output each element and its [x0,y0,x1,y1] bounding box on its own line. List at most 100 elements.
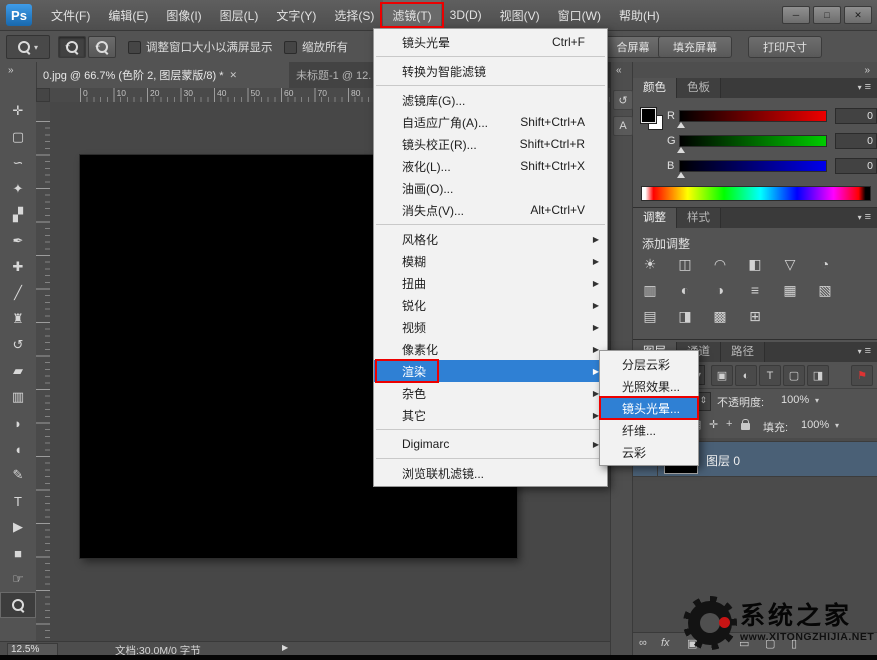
document-tab-0jpg[interactable]: 0.jpg @ 66.7% (色阶 2, 图层蒙版/8) * ✕ [36,62,303,88]
menubar-item-file[interactable]: 文件(F) [42,0,99,30]
color-spectrum-ramp[interactable] [641,186,871,201]
layer-effects-icon[interactable]: fx [661,637,670,649]
hue-saturation-icon[interactable]: ◔ [814,254,836,274]
menu-item-liquify[interactable]: 液化(L)... Shift+Ctrl+X [374,155,607,177]
pixel-layer-filter-icon[interactable]: ▣ [711,365,733,386]
blue-channel-slider[interactable] [679,160,827,172]
move-tool[interactable]: ✛ [0,98,36,124]
maximize-button[interactable]: □ [813,6,841,24]
menubar-item-layer[interactable]: 图层(L) [211,0,268,30]
fill-dropdown-icon[interactable]: ▾ [835,421,839,430]
panel-menu-icon[interactable]: ▾ ≡ [858,81,871,93]
menubar-item-help[interactable]: 帮助(H) [610,0,669,30]
pen-tool[interactable]: ✎ [0,462,36,488]
menu-item-other[interactable]: 其它 ▶ [374,404,607,426]
menu-item-filter-gallery[interactable]: 滤镜库(G)... [374,89,607,111]
checkbox-icon[interactable] [128,41,141,54]
invert-icon[interactable]: ▧ [814,280,836,300]
hand-tool[interactable]: ☞ [0,566,36,592]
menu-item-pixelate[interactable]: 像素化 ▶ [374,338,607,360]
adjustment-layer-filter-icon[interactable]: ◐ [735,365,757,386]
blur-tool[interactable]: ◗ [0,410,36,436]
lasso-tool[interactable]: ∽ [0,150,36,176]
menu-item-clouds-difference[interactable]: 分层云彩 [600,353,698,375]
black-white-icon[interactable]: ◐ [674,280,696,300]
opacity-value[interactable]: 100% [781,394,809,406]
eraser-tool[interactable]: ▰ [0,358,36,384]
layer-filter-toggle-icon[interactable]: ⚑ [851,365,873,386]
tab-styles[interactable]: 样式 [677,208,721,228]
menu-item-vanishing-point[interactable]: 消失点(V)... Alt+Ctrl+V [374,199,607,221]
fill-screen-button[interactable]: 填充屏幕 [658,36,732,58]
foreground-color-swatch[interactable] [641,108,656,123]
panel-menu-icon[interactable]: ▾ ≡ [858,211,871,223]
zoom-tool[interactable] [0,592,36,618]
menubar-item-edit[interactable]: 编辑(E) [99,0,157,30]
close-button[interactable]: ✕ [844,6,872,24]
crop-tool[interactable]: ▞ [0,202,36,228]
history-panel-icon[interactable]: ↺ [613,90,633,110]
menubar-item-view[interactable]: 视图(V) [491,0,549,30]
tab-paths[interactable]: 路径 [721,342,765,362]
menu-item-lighting-effects[interactable]: 光照效果... [600,375,698,397]
levels-icon[interactable]: ◫ [674,254,696,274]
tab-swatches[interactable]: 色板 [677,78,721,98]
blue-channel-value[interactable]: 0 [835,158,877,174]
panel-menu-icon[interactable]: ▾ ≡ [858,345,871,357]
path-selection-tool[interactable]: ▶ [0,514,36,540]
red-channel-slider[interactable] [679,110,827,122]
tab-adjustments[interactable]: 调整 [633,208,677,228]
checkbox-icon[interactable] [284,41,297,54]
menubar-item-3d[interactable]: 3D(D) [441,0,491,30]
menubar-item-window[interactable]: 窗口(W) [549,0,610,30]
fit-screen-button[interactable]: 合屏幕 [602,36,664,58]
menubar-item-select[interactable]: 选择(S) [325,0,383,30]
tab-color[interactable]: 颜色 [633,78,677,98]
expand-dock-icon[interactable]: « [616,65,621,76]
red-channel-value[interactable]: 0 [835,108,877,124]
type-tool[interactable]: T [0,488,36,514]
eyedropper-tool[interactable]: ✒ [0,228,36,254]
fill-value[interactable]: 100% [801,419,829,431]
menu-item-video[interactable]: 视频 ▶ [374,316,607,338]
collapse-dock-icon[interactable]: » [864,65,869,76]
selective-color-icon[interactable]: ⊞ [744,306,766,326]
menu-item-blur[interactable]: 模糊 ▶ [374,250,607,272]
smart-object-filter-icon[interactable]: ◨ [807,365,829,386]
menubar-item-type[interactable]: 文字(Y) [267,0,325,30]
shape-layer-filter-icon[interactable]: ▢ [783,365,805,386]
lock-position-icon[interactable]: + [726,418,732,430]
color-balance-icon[interactable]: ▥ [639,280,661,300]
zoom-out-button[interactable]: − [88,36,116,58]
menu-item-digimarc[interactable]: Digimarc ▶ [374,433,607,455]
menu-item-convert-smart-filters[interactable]: 转换为智能滤镜 [374,60,607,82]
menu-item-browse-filters-online[interactable]: 浏览联机滤镜... [374,462,607,484]
brightness-contrast-icon[interactable]: ☀ [639,254,661,274]
color-lookup-icon[interactable]: ▦ [779,280,801,300]
collapse-panel-icon[interactable]: » [8,65,13,76]
rectangular-marquee-tool[interactable]: ▢ [0,124,36,150]
exposure-icon[interactable]: ◧ [744,254,766,274]
dodge-tool[interactable]: ◖ [0,436,36,462]
print-size-button[interactable]: 打印尺寸 [748,36,822,58]
photo-filter-icon[interactable]: ◑ [709,280,731,300]
character-panel-icon[interactable]: A [613,116,633,136]
menu-item-lens-correction[interactable]: 镜头校正(R)... Shift+Ctrl+R [374,133,607,155]
menu-item-last-filter[interactable]: 镜头光晕 Ctrl+F [374,31,607,53]
opacity-dropdown-icon[interactable]: ▾ [815,396,819,405]
lock-pixels-icon[interactable]: ✛ [709,418,718,431]
type-layer-filter-icon[interactable]: T [759,365,781,386]
menu-item-adaptive-wide-angle[interactable]: 自适应广角(A)... Shift+Ctrl+A [374,111,607,133]
spot-healing-brush-tool[interactable]: ✚ [0,254,36,280]
channel-mixer-icon[interactable]: ≡ [744,280,766,300]
tool-preset-dropdown[interactable]: ▾ [6,35,50,59]
gradient-tool[interactable]: ▥ [0,384,36,410]
zoom-all-checkbox[interactable]: 缩放所有 [284,39,348,55]
menu-item-noise[interactable]: 杂色 ▶ [374,382,607,404]
slider-thumb[interactable] [677,122,685,128]
vibrance-icon[interactable]: ▽ [779,254,801,274]
menubar-item-filter[interactable]: 滤镜(T) [383,0,440,30]
gradient-map-icon[interactable]: ▩ [709,306,731,326]
menu-item-lens-flare[interactable]: 镜头光晕... [600,397,698,419]
slider-thumb[interactable] [677,172,685,178]
